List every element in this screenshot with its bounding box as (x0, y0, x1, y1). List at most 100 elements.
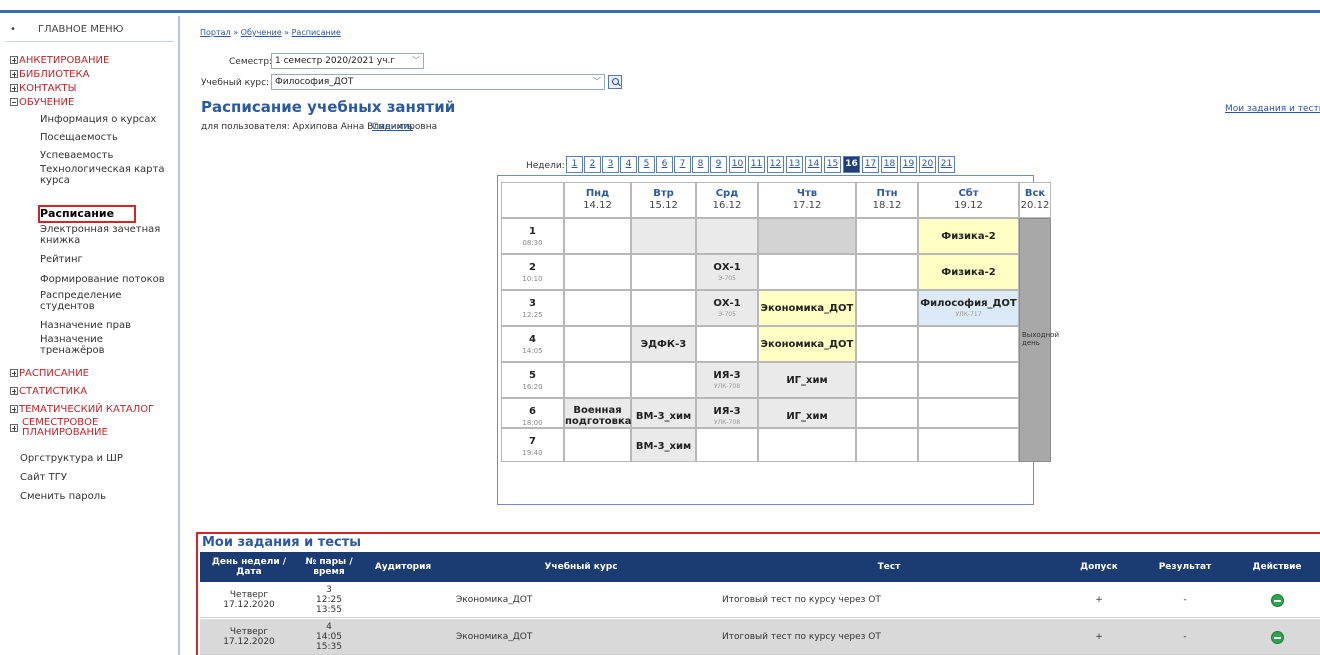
cell-test: Итоговый тест по курсу через ОТ (722, 595, 881, 605)
expand-icon[interactable] (10, 405, 18, 413)
sidebar-section-timetable[interactable]: РАСПИСАНИЕ (10, 368, 89, 381)
lesson-cell[interactable]: Экономика_ДОТ (758, 290, 856, 326)
lesson-cell[interactable]: ИГ_хим (758, 362, 856, 398)
sidebar-item-progress[interactable]: Успеваемость (40, 150, 170, 161)
sidebar-item-rating[interactable]: Рейтинг (40, 254, 170, 265)
sidebar-section-statistics[interactable]: СТАТИСТИКА (10, 386, 87, 399)
lesson-cell[interactable]: Физика-2 (918, 218, 1019, 254)
sidebar-section-catalog[interactable]: ТЕМАТИЧЕСКИЙ КАТАЛОГ (10, 404, 154, 417)
semester-label: Семестр: (229, 57, 273, 67)
empty-cell (758, 218, 856, 254)
day-header: Втр 15.12 (631, 182, 696, 218)
week-17-button[interactable]: 17 (862, 156, 879, 173)
empty-cell (564, 326, 631, 362)
week-10-button[interactable]: 10 (729, 156, 746, 173)
my-tasks-link[interactable]: Мои задания и тесты (1225, 104, 1320, 114)
cell-course: Экономика_ДОТ (456, 632, 533, 642)
sidebar-section-education[interactable]: ОБУЧЕНИЕ (10, 97, 74, 110)
start-test-icon[interactable] (1270, 593, 1284, 607)
course-select[interactable]: Философия_ДОТ ﹀ (271, 74, 605, 90)
empty-cell (696, 218, 758, 254)
week-1-button[interactable]: 1 (566, 156, 583, 173)
sidebar-item-course-info[interactable]: Информация о курсах (40, 114, 170, 125)
sunday-day-off: Выходной день (1019, 218, 1059, 462)
week-2-button[interactable]: 2 (584, 156, 601, 173)
sidebar-item-streams[interactable]: Формирование потоков (40, 274, 170, 285)
cell-test: Итоговый тест по курсу через ОТ (722, 632, 881, 642)
sidebar-link-org-structure[interactable]: Оргструктура и ШР (20, 453, 123, 464)
expand-icon[interactable] (10, 84, 18, 92)
sidebar-link-change-password[interactable]: Сменить пароль (20, 491, 106, 502)
week-5-button[interactable]: 5 (638, 156, 655, 173)
sidebar-section-library[interactable]: БИБЛИОТЕКА (10, 69, 89, 82)
lesson-cell[interactable]: ЭДФК-3 (631, 326, 696, 362)
week-12-button[interactable]: 12 (767, 156, 784, 173)
week-3-button[interactable]: 3 (602, 156, 619, 173)
week-15-button[interactable]: 15 (824, 156, 841, 173)
week-21-button[interactable]: 21 (938, 156, 955, 173)
row-pair: 4 (326, 622, 332, 632)
semester-select[interactable]: 1 семестр 2020/2021 уч.г ﹀ (271, 53, 424, 69)
lesson-title: Военная подготовка (565, 405, 632, 427)
sidebar-item-tech-map[interactable]: Технологическая карта курса (40, 164, 170, 186)
day-date: 17.12 (792, 200, 822, 211)
lesson-cell[interactable]: ВМ-3_хим (631, 398, 696, 428)
lesson-cell[interactable]: Экономика_ДОТ (758, 326, 856, 362)
lesson-cell[interactable]: ИЯ-3 УЛК-708 (696, 398, 758, 428)
sidebar-item-gradebook[interactable]: Электронная зачетная книжка (40, 224, 170, 246)
week-11-button[interactable]: 11 (748, 156, 765, 173)
expand-icon[interactable] (10, 387, 18, 395)
weeks-label: Недели: (526, 161, 565, 171)
empty-cell (856, 428, 918, 462)
day-name: Срд (715, 188, 739, 199)
expand-icon[interactable] (10, 70, 18, 78)
cell-room (360, 582, 446, 618)
week-7-button[interactable]: 7 (674, 156, 691, 173)
lesson-cell[interactable]: ВМ-3_хим (631, 428, 696, 462)
sidebar-section-label: КОНТАКТЫ (19, 83, 77, 94)
expand-icon[interactable] (10, 369, 18, 377)
lesson-cell[interactable]: ИГ_хим (758, 398, 856, 428)
week-20-button[interactable]: 20 (919, 156, 936, 173)
lesson-cell[interactable]: ИЯ-3 УЛК-708 (696, 362, 758, 398)
expand-icon[interactable] (10, 424, 18, 432)
start-test-icon[interactable] (1270, 630, 1284, 644)
lesson-cell[interactable]: Военная подготовка (564, 398, 631, 428)
page-title: Расписание учебных занятий (201, 98, 456, 116)
sidebar-item-attendance[interactable]: Посещаемость (40, 132, 170, 143)
sidebar-item-distribution[interactable]: Распределение студентов (40, 290, 170, 312)
lesson-cell[interactable]: ОХ-1 Э-705 (696, 290, 758, 326)
sidebar-section-survey[interactable]: АНКЕТИРОВАНИЕ (10, 55, 109, 68)
week-19-button[interactable]: 19 (900, 156, 917, 173)
breadcrumb-portal[interactable]: Портал (200, 28, 231, 37)
sidebar-section-contacts[interactable]: КОНТАКТЫ (10, 83, 76, 96)
week-6-button[interactable]: 6 (656, 156, 673, 173)
breadcrumb-education[interactable]: Обучение (241, 28, 282, 37)
lesson-title: ВМ-3_хим (635, 411, 692, 422)
sidebar-section-label: ТЕМАТИЧЕСКИЙ КАТАЛОГ (19, 404, 155, 415)
week-8-button[interactable]: 8 (692, 156, 709, 173)
lesson-cell[interactable]: ОХ-1 Э-705 (696, 254, 758, 290)
sidebar-section-planning[interactable]: СЕМЕСТРОВОЕ ПЛАНИРОВАНИЕ (10, 418, 130, 438)
breadcrumb-schedule[interactable]: Расписание (292, 28, 341, 37)
week-9-button[interactable]: 9 (710, 156, 727, 173)
week-14-button[interactable]: 14 (805, 156, 822, 173)
collapse-icon[interactable] (10, 98, 18, 106)
lesson-cell[interactable]: Философия_ДОТ УЛК-717 (918, 290, 1019, 326)
sidebar-link-site[interactable]: Сайт ТГУ (20, 472, 67, 483)
change-user-link[interactable]: Сменить (372, 122, 413, 132)
lesson-room: УЛК-717 (955, 311, 982, 318)
search-icon[interactable] (608, 75, 622, 89)
sidebar-section-label: РАСПИСАНИЕ (19, 368, 89, 379)
sidebar-item-rights[interactable]: Назначение прав (40, 320, 170, 331)
week-18-button[interactable]: 18 (881, 156, 898, 173)
sidebar-item-trainers[interactable]: Назначение тренажёров (40, 334, 170, 356)
expand-icon[interactable] (10, 56, 18, 64)
cell-day: Четверг 17.12.2020 (200, 582, 298, 618)
day-date: 14.12 (583, 200, 612, 211)
week-16-button[interactable]: 16 (843, 156, 860, 173)
course-label: Учебный курс: (201, 78, 270, 88)
week-4-button[interactable]: 4 (620, 156, 637, 173)
lesson-cell[interactable]: Физика-2 (918, 254, 1019, 290)
week-13-button[interactable]: 13 (786, 156, 803, 173)
